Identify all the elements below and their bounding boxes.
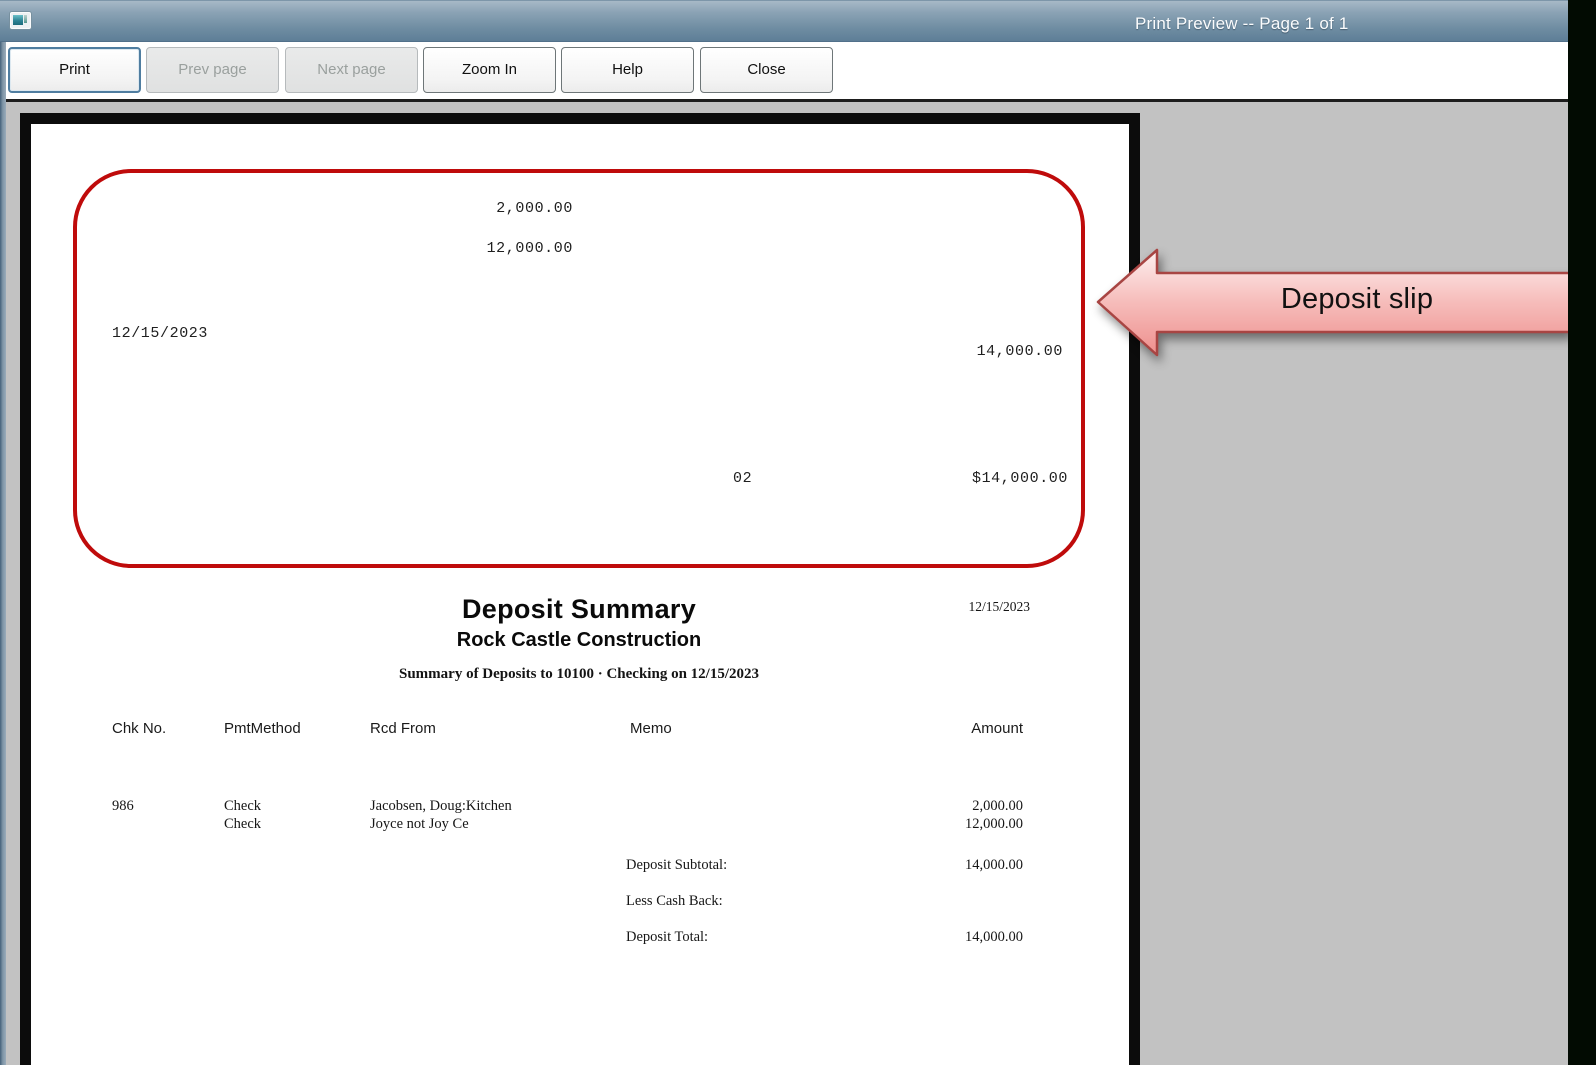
slip-amount-2: 12,000.00 xyxy=(487,240,573,257)
callout-label: Deposit slip xyxy=(1157,283,1557,316)
table-row-method: Check xyxy=(224,816,261,833)
column-header-chk-no: Chk No. xyxy=(112,720,166,737)
column-header-rcd-from: Rcd From xyxy=(370,720,436,737)
close-button[interactable]: Close xyxy=(700,47,833,93)
table-row-method: Check xyxy=(224,798,261,815)
slip-items-count: 02 xyxy=(733,470,752,487)
deposit-total-label: Deposit Total: xyxy=(626,929,708,946)
help-button[interactable]: Help xyxy=(561,47,694,93)
table-row-amount: 12,000.00 xyxy=(965,816,1023,833)
deposit-total-value: 14,000.00 xyxy=(965,929,1023,946)
slip-amount-1: 2,000.00 xyxy=(496,200,573,217)
deposit-subtotal-value: 14,000.00 xyxy=(965,857,1023,874)
screen-right-edge xyxy=(1568,0,1596,1065)
summary-subtitle: Summary of Deposits to 10100 · Checking … xyxy=(31,666,1127,683)
window-title: Print Preview -- Page 1 of 1 xyxy=(1135,14,1348,34)
zoom-in-button[interactable]: Zoom In xyxy=(423,47,556,93)
toolbar: Print Prev page Next page Zoom In Help C… xyxy=(0,42,1568,99)
less-cash-back-label: Less Cash Back: xyxy=(626,893,723,910)
slip-subtotal: 14,000.00 xyxy=(977,343,1063,360)
summary-date: 12/15/2023 xyxy=(968,599,1030,615)
title-bar: Print Preview -- Page 1 of 1 xyxy=(0,0,1568,42)
slip-total: $14,000.00 xyxy=(972,470,1068,487)
prev-page-button[interactable]: Prev page xyxy=(146,47,279,93)
table-row-rcd-from: Joyce not Joy Ce xyxy=(370,816,469,833)
next-page-button[interactable]: Next page xyxy=(285,47,418,93)
deposit-slip-highlight-outline xyxy=(73,169,1085,568)
table-row-chk: 986 xyxy=(112,798,134,815)
window-icon-screen xyxy=(13,15,23,25)
column-header-amount: Amount xyxy=(971,720,1023,737)
slip-date: 12/15/2023 xyxy=(112,325,208,342)
summary-company: Rock Castle Construction xyxy=(31,629,1127,652)
summary-title: Deposit Summary xyxy=(31,594,1127,625)
column-header-pmtmethod: PmtMethod xyxy=(224,720,301,737)
window-icon-strip xyxy=(24,15,27,23)
table-row-rcd-from: Jacobsen, Doug:Kitchen xyxy=(370,798,512,815)
column-header-memo: Memo xyxy=(630,720,672,737)
table-row-amount: 2,000.00 xyxy=(972,798,1023,815)
deposit-subtotal-label: Deposit Subtotal: xyxy=(626,857,727,874)
print-button[interactable]: Print xyxy=(8,47,141,93)
print-preview-window: Print Preview -- Page 1 of 1 Print Prev … xyxy=(0,0,1596,1065)
window-icon xyxy=(10,12,31,29)
